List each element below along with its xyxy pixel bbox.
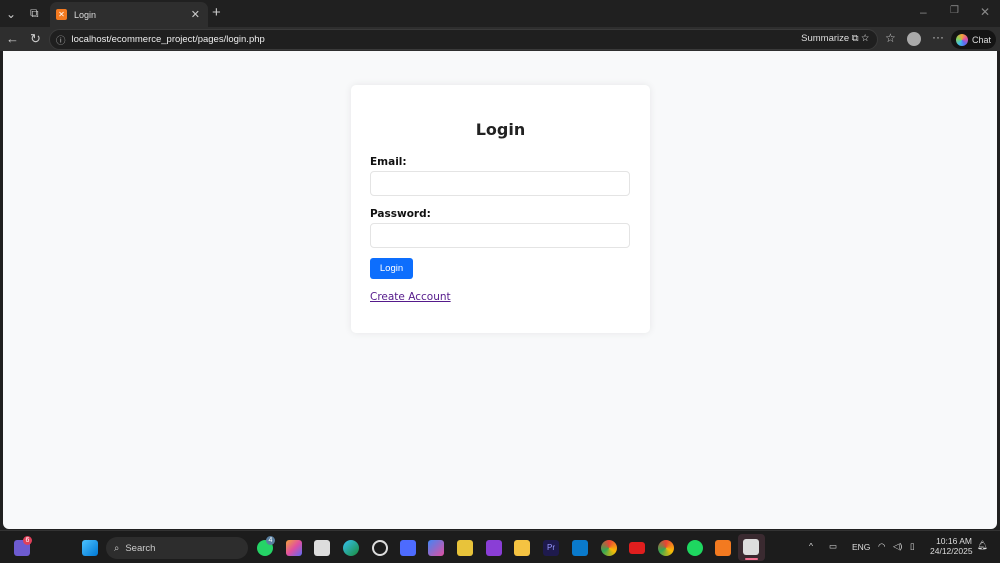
- password-label: Password:: [370, 208, 431, 220]
- clock[interactable]: 10:16 AM 24/12/2025: [930, 536, 973, 556]
- date-text: 24/12/2025: [930, 546, 973, 556]
- deepseek-icon[interactable]: [400, 540, 416, 556]
- page-viewport: Login Email: Password: Login Create Acco…: [3, 51, 997, 529]
- url-text: localhost/ecommerce_project/pages/login.…: [71, 34, 265, 45]
- back-icon[interactable]: ←: [6, 31, 19, 46]
- wifi-icon[interactable]: ◠: [878, 541, 885, 552]
- xampp-favicon-icon: ✕: [56, 9, 67, 20]
- snipping-app-icon[interactable]: [457, 540, 473, 556]
- tab-title: Login: [74, 9, 97, 20]
- battery-icon[interactable]: ▯: [910, 541, 915, 552]
- site-info-icon[interactable]: ⓘ: [56, 33, 66, 47]
- taskbar-search[interactable]: ⌕ Search: [106, 537, 248, 559]
- workspaces-icon[interactable]: ⧉: [30, 6, 39, 21]
- tab-login[interactable]: ✕ Login ✕: [50, 2, 208, 27]
- summarize-button[interactable]: Summarize ⧉ ☆: [801, 33, 869, 44]
- youtube-icon[interactable]: [629, 542, 645, 554]
- visual-studio-icon[interactable]: [486, 540, 502, 556]
- chat-label: Chat: [972, 34, 992, 45]
- time-text: 10:16 AM: [936, 536, 972, 546]
- email-label: Email:: [370, 156, 407, 168]
- summarize-label: Summarize: [801, 33, 850, 44]
- widgets-icon[interactable]: 6: [14, 536, 32, 556]
- start-icon[interactable]: [82, 540, 98, 556]
- xampp-icon[interactable]: [715, 540, 731, 556]
- search-label: Search: [125, 542, 156, 554]
- taskbar: 6 ⌕ Search 4 Pr ^ ▭ ENG ◠ ◁) ▯ 10:16 AM …: [0, 530, 1000, 563]
- login-card: Login Email: Password: Login Create Acco…: [351, 85, 650, 333]
- whatsapp-icon[interactable]: 4: [257, 536, 275, 556]
- close-window-icon[interactable]: ✕: [980, 5, 990, 19]
- file-explorer-icon[interactable]: [514, 540, 530, 556]
- password-field[interactable]: [370, 223, 630, 248]
- copilot-app-icon[interactable]: [286, 540, 302, 556]
- snipping-tool-icon: [743, 539, 759, 555]
- show-hidden-icons[interactable]: ^: [809, 541, 813, 551]
- favorites-icon[interactable]: ☆: [885, 31, 896, 45]
- store-icon[interactable]: [314, 540, 330, 556]
- email-field[interactable]: [370, 171, 630, 196]
- whatsapp-badge: 4: [266, 536, 275, 545]
- refresh-icon[interactable]: ↻: [30, 31, 41, 47]
- tab-list-chevron-icon[interactable]: ⌄: [6, 7, 16, 21]
- notifications-icon[interactable]: 🔔︎: [977, 540, 988, 551]
- page-title: Login: [475, 120, 526, 139]
- premiere-pro-icon[interactable]: Pr: [543, 540, 559, 556]
- vscode-icon[interactable]: [572, 540, 588, 556]
- widgets-badge: 6: [23, 536, 32, 545]
- keyboard-icon[interactable]: ▭: [829, 541, 837, 552]
- active-app-button[interactable]: [738, 534, 765, 561]
- create-account-link[interactable]: Create Account: [370, 291, 451, 303]
- copilot-chat-button[interactable]: Chat: [951, 30, 996, 49]
- login-button[interactable]: Login: [370, 258, 413, 279]
- volume-icon[interactable]: ◁): [893, 541, 902, 552]
- language-indicator[interactable]: ENG: [852, 542, 870, 552]
- chrome-profile-icon[interactable]: [658, 540, 674, 556]
- address-bar[interactable]: ⓘ localhost/ecommerce_project/pages/logi…: [49, 29, 878, 50]
- spotify-icon[interactable]: [687, 540, 703, 556]
- chatgpt-icon[interactable]: [372, 540, 388, 556]
- restore-icon[interactable]: ❐: [950, 5, 959, 16]
- copilot-icon: [956, 33, 968, 46]
- gemini-icon[interactable]: [428, 540, 444, 556]
- minimize-icon[interactable]: –: [920, 5, 927, 19]
- more-menu-icon[interactable]: ···: [932, 30, 944, 44]
- active-indicator: [745, 558, 758, 560]
- close-tab-icon[interactable]: ✕: [191, 8, 200, 21]
- chrome-icon[interactable]: [601, 540, 617, 556]
- search-icon: ⌕: [114, 542, 120, 554]
- edge-icon[interactable]: [343, 540, 359, 556]
- address-bar-row: ← ↻ ⓘ localhost/ecommerce_project/pages/…: [0, 27, 1000, 51]
- tab-bar: ⌄ ⧉ ✕ Login ✕ + – ❐ ✕: [0, 0, 1000, 27]
- new-tab-icon[interactable]: +: [212, 4, 221, 21]
- profile-avatar[interactable]: [907, 32, 921, 46]
